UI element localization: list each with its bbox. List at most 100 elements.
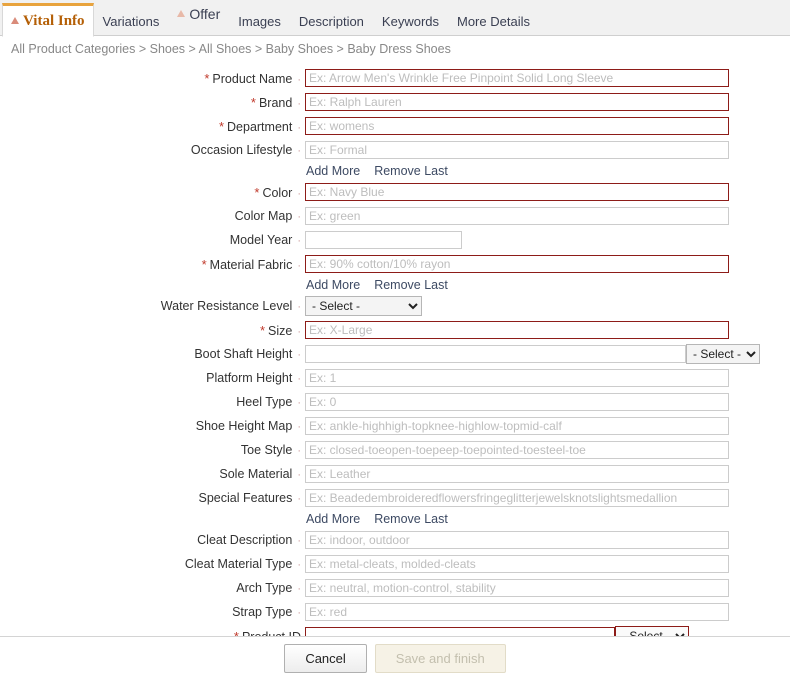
- tab-description[interactable]: Description: [290, 8, 373, 36]
- form-row-product-name: * Product Name ·: [0, 66, 790, 90]
- label-heel-type: Heel Type ·: [236, 395, 301, 409]
- label-water-resistance: Water Resistance Level ·: [160, 299, 301, 313]
- form-row-arch-type: Arch Type ·: [0, 576, 790, 600]
- add-more-link[interactable]: Add More: [306, 164, 360, 178]
- label-dot: ·: [297, 349, 301, 361]
- form-row-material-links: Add More Remove Last: [0, 276, 790, 294]
- required-marker: *: [201, 256, 207, 272]
- field-color-map: [305, 207, 729, 225]
- field-boot-shaft-height: - Select -: [305, 344, 760, 364]
- form-row-occasion-links: Add More Remove Last: [0, 162, 790, 180]
- form-row-size: * Size ·: [0, 318, 790, 342]
- cleat-description-input[interactable]: [305, 531, 729, 549]
- field-sole-material: [305, 465, 729, 483]
- field-brand: [305, 93, 729, 111]
- form-row-shoe-height-map: Shoe Height Map ·: [0, 414, 790, 438]
- shoe-height-map-input[interactable]: [305, 417, 729, 435]
- platform-height-input[interactable]: [305, 369, 729, 387]
- form-row-strap-type: Strap Type ·: [0, 600, 790, 624]
- size-input[interactable]: [305, 321, 729, 339]
- label-dot: ·: [297, 259, 301, 272]
- tab-keywords[interactable]: Keywords: [373, 8, 448, 36]
- product-name-input[interactable]: [305, 69, 729, 87]
- cancel-button[interactable]: Cancel: [284, 643, 367, 673]
- label-cleat-material-type: Cleat Material Type ·: [184, 557, 301, 571]
- field-model-year: [305, 231, 462, 249]
- heel-type-input[interactable]: [305, 393, 729, 411]
- label-product-name: * Product Name ·: [204, 70, 301, 86]
- form-row-cleat-material-type: Cleat Material Type ·: [0, 552, 790, 576]
- label-boot-shaft-height: Boot Shaft Height ·: [194, 347, 301, 361]
- boot-shaft-height-input[interactable]: [305, 345, 686, 363]
- water-resistance-select[interactable]: - Select -: [305, 296, 422, 316]
- form-row-cleat-description: Cleat Description ·: [0, 528, 790, 552]
- field-heel-type: [305, 393, 729, 411]
- sole-material-input[interactable]: [305, 465, 729, 483]
- tab-vital-info[interactable]: Vital Info: [2, 3, 94, 37]
- remove-last-link[interactable]: Remove Last: [374, 278, 448, 292]
- tab-images[interactable]: Images: [229, 8, 290, 36]
- field-arch-type: [305, 579, 729, 597]
- department-input[interactable]: [305, 117, 729, 135]
- required-marker: *: [259, 322, 265, 338]
- warning-triangle-icon: [11, 16, 19, 24]
- form-row-platform-height: Platform Height ·: [0, 366, 790, 390]
- form-row-water-resistance: Water Resistance Level · - Select -: [0, 294, 790, 318]
- remove-last-link[interactable]: Remove Last: [374, 512, 448, 526]
- occasion-lifestyle-input[interactable]: [305, 141, 729, 159]
- form-row-brand: * Brand ·: [0, 90, 790, 114]
- tab-label: Variations: [102, 14, 160, 29]
- label-dot: ·: [297, 397, 301, 409]
- color-map-input[interactable]: [305, 207, 729, 225]
- tab-more-details[interactable]: More Details: [448, 8, 539, 36]
- label-special-features: Special Features ·: [198, 491, 301, 505]
- label-dot: ·: [297, 421, 301, 433]
- label-dot: ·: [297, 73, 301, 86]
- label-dot: ·: [297, 187, 301, 200]
- brand-input[interactable]: [305, 93, 729, 111]
- label-dot: ·: [297, 559, 301, 571]
- label-cleat-description: Cleat Description ·: [197, 533, 301, 547]
- remove-last-link[interactable]: Remove Last: [374, 164, 448, 178]
- label-size: * Size ·: [259, 322, 301, 338]
- label-color-map: Color Map ·: [234, 209, 301, 223]
- form-row-color-map: Color Map ·: [0, 204, 790, 228]
- form-row-sole-material: Sole Material ·: [0, 462, 790, 486]
- form-row-special-features: Special Features ·: [0, 486, 790, 510]
- cleat-material-type-input[interactable]: [305, 555, 729, 573]
- label-strap-type: Strap Type ·: [232, 605, 301, 619]
- field-occasion-lifestyle: [305, 141, 729, 159]
- add-more-link[interactable]: Add More: [306, 278, 360, 292]
- label-arch-type: Arch Type ·: [236, 581, 301, 595]
- toe-style-input[interactable]: [305, 441, 729, 459]
- tab-offer[interactable]: Offer: [168, 2, 229, 26]
- arch-type-input[interactable]: [305, 579, 729, 597]
- boot-shaft-height-unit-select[interactable]: - Select -: [686, 344, 760, 364]
- model-year-input[interactable]: [305, 231, 462, 249]
- label-dot: ·: [297, 583, 301, 595]
- label-dot: ·: [297, 301, 301, 313]
- label-color: * Color ·: [254, 184, 301, 200]
- tab-label: Vital Info: [23, 13, 85, 29]
- material-fabric-input[interactable]: [305, 255, 729, 273]
- label-sole-material: Sole Material ·: [219, 467, 301, 481]
- color-input[interactable]: [305, 183, 729, 201]
- label-platform-height: Platform Height ·: [206, 371, 301, 385]
- tab-variations[interactable]: Variations: [94, 8, 169, 36]
- tab-bar: Vital Info Variations Offer Images Descr…: [0, 0, 790, 37]
- breadcrumb: All Product Categories > Shoes > All Sho…: [11, 42, 451, 56]
- form-row-toe-style: Toe Style ·: [0, 438, 790, 462]
- label-dot: ·: [297, 469, 301, 481]
- strap-type-input[interactable]: [305, 603, 729, 621]
- form-row-material-fabric: * Material Fabric ·: [0, 252, 790, 276]
- required-marker: *: [250, 94, 256, 110]
- label-material-fabric: * Material Fabric ·: [201, 256, 301, 272]
- special-features-input[interactable]: [305, 489, 729, 507]
- required-marker: *: [254, 184, 260, 200]
- field-platform-height: [305, 369, 729, 387]
- tab-label: Images: [238, 14, 281, 29]
- label-dot: ·: [297, 445, 301, 457]
- tab-label: More Details: [457, 14, 530, 29]
- add-more-link[interactable]: Add More: [306, 512, 360, 526]
- label-dot: ·: [297, 97, 301, 110]
